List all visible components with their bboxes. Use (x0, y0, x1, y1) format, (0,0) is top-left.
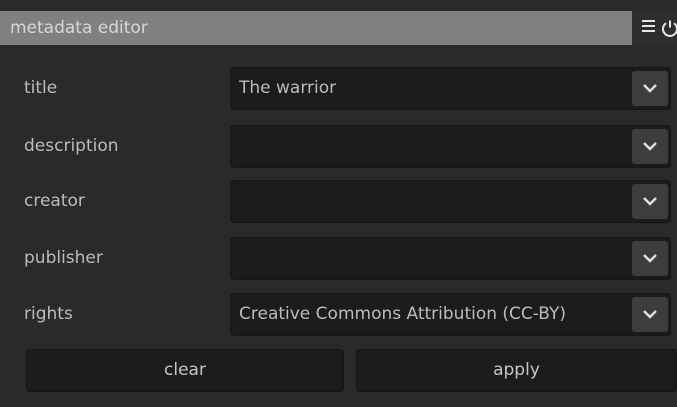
creator-dropdown-button[interactable] (632, 184, 668, 219)
rights-value[interactable]: Creative Commons Attribution (CC-BY) (239, 304, 627, 324)
publisher-field[interactable] (230, 237, 671, 280)
description-field[interactable] (230, 125, 671, 168)
chevron-down-icon (643, 254, 657, 263)
apply-button[interactable]: apply (356, 349, 677, 392)
hamburger-menu-icon[interactable] (642, 20, 655, 34)
field-label-title: title (24, 78, 58, 98)
clear-button[interactable]: clear (26, 349, 344, 392)
title-dropdown-button[interactable] (632, 71, 668, 106)
power-icon[interactable] (661, 19, 677, 37)
field-label-rights: rights (24, 304, 73, 324)
panel-header[interactable]: metadata editor (0, 11, 677, 45)
description-dropdown-button[interactable] (632, 129, 668, 164)
chevron-down-icon (643, 197, 657, 206)
rights-dropdown-button[interactable] (632, 297, 668, 332)
field-label-creator: creator (24, 191, 85, 211)
title-field[interactable]: The warrior (230, 67, 671, 110)
publisher-dropdown-button[interactable] (632, 241, 668, 276)
title-value[interactable]: The warrior (239, 78, 627, 98)
rights-field[interactable]: Creative Commons Attribution (CC-BY) (230, 293, 671, 336)
field-label-description: description (24, 136, 119, 156)
chevron-down-icon (643, 310, 657, 319)
panel-title: metadata editor (10, 18, 148, 38)
metadata-editor-panel: metadata editor title The warrior descri… (0, 0, 677, 407)
creator-field[interactable] (230, 180, 671, 223)
field-label-publisher: publisher (24, 248, 103, 268)
chevron-down-icon (643, 84, 657, 93)
chevron-down-icon (643, 142, 657, 151)
